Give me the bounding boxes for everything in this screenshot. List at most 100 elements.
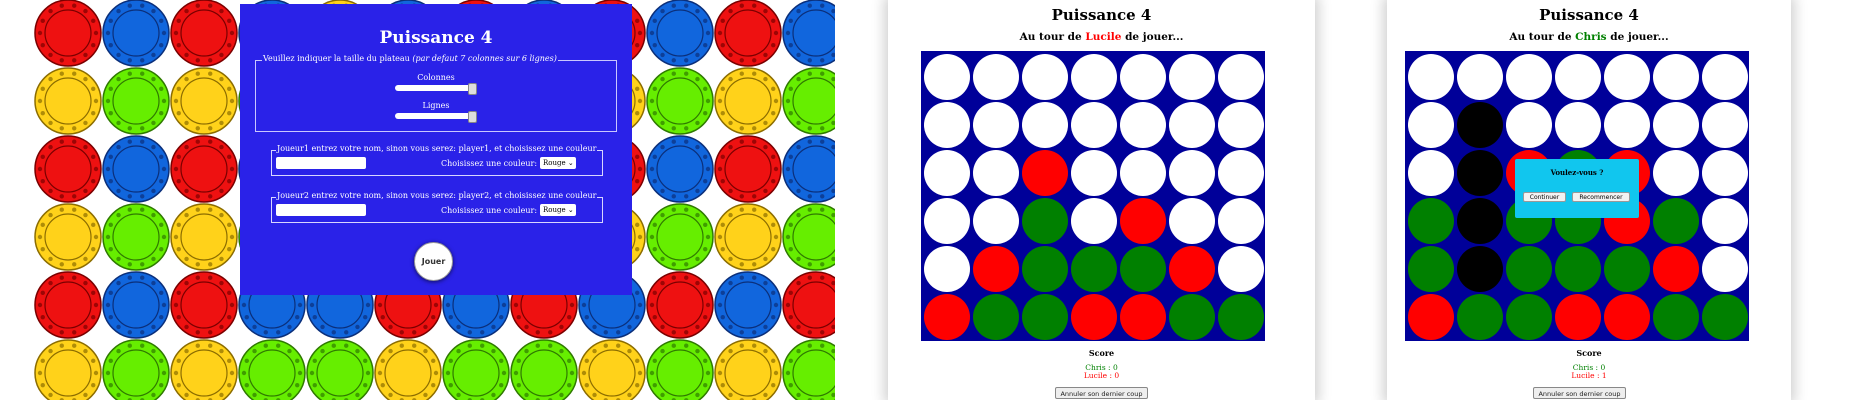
board-cell[interactable]: [1120, 54, 1166, 100]
restart-button[interactable]: Recommencer: [1572, 192, 1630, 202]
board-cell[interactable]: [1457, 246, 1503, 292]
rows-slider[interactable]: [395, 111, 477, 123]
board-cell[interactable]: [1653, 150, 1699, 196]
board-cell[interactable]: [1457, 54, 1503, 100]
undo-button[interactable]: Annuler son dernier coup: [1533, 387, 1626, 399]
board-cell[interactable]: [1169, 294, 1215, 340]
board-cell[interactable]: [1702, 294, 1748, 340]
board-cell[interactable]: [1408, 102, 1454, 148]
board-cell[interactable]: [924, 54, 970, 100]
player1-color-value: Rouge: [543, 159, 566, 167]
board-cell[interactable]: [1071, 102, 1117, 148]
player1-name-input[interactable]: [276, 157, 366, 169]
board-cell[interactable]: [1120, 150, 1166, 196]
board-cell[interactable]: [1071, 198, 1117, 244]
board-cell[interactable]: [924, 198, 970, 244]
board-cell[interactable]: [973, 54, 1019, 100]
board-cell[interactable]: [1218, 150, 1264, 196]
board-cell[interactable]: [924, 294, 970, 340]
board-cell[interactable]: [1169, 54, 1215, 100]
continue-button[interactable]: Continuer: [1523, 192, 1566, 202]
board-cell[interactable]: [1506, 246, 1552, 292]
board-cell[interactable]: [1022, 198, 1068, 244]
board-cell[interactable]: [1218, 102, 1264, 148]
board-cell[interactable]: [1169, 150, 1215, 196]
board-cell[interactable]: [1604, 246, 1650, 292]
board-cell[interactable]: [1653, 294, 1699, 340]
board-cell[interactable]: [1653, 102, 1699, 148]
board-cell[interactable]: [1071, 294, 1117, 340]
undo-button[interactable]: Annuler son dernier coup: [1055, 387, 1148, 399]
board-cell[interactable]: [1408, 198, 1454, 244]
board-cell[interactable]: [1022, 102, 1068, 148]
board-cell[interactable]: [1120, 294, 1166, 340]
board-cell[interactable]: [1457, 198, 1503, 244]
token-icon: [170, 271, 238, 339]
board-cell[interactable]: [1653, 246, 1699, 292]
board-cell[interactable]: [1702, 54, 1748, 100]
token-icon: [578, 339, 646, 400]
board-cell[interactable]: [1120, 102, 1166, 148]
board-cell[interactable]: [973, 198, 1019, 244]
token-icon: [102, 271, 170, 339]
board-cell[interactable]: [1408, 54, 1454, 100]
board-cell[interactable]: [1555, 102, 1601, 148]
board-cell[interactable]: [1653, 198, 1699, 244]
board-cell[interactable]: [1169, 246, 1215, 292]
board-cell[interactable]: [1555, 294, 1601, 340]
board-cell[interactable]: [1604, 54, 1650, 100]
board-cell[interactable]: [1218, 54, 1264, 100]
board-cell[interactable]: [973, 294, 1019, 340]
columns-slider[interactable]: [395, 83, 477, 95]
board-cell[interactable]: [1169, 102, 1215, 148]
board-cell[interactable]: [1022, 150, 1068, 196]
board-cell[interactable]: [1702, 198, 1748, 244]
player2-color-select[interactable]: Rouge ⌄: [540, 204, 576, 216]
board-cell[interactable]: [1120, 198, 1166, 244]
board-cell[interactable]: [1702, 102, 1748, 148]
board-cell[interactable]: [1457, 150, 1503, 196]
board-cell[interactable]: [1506, 102, 1552, 148]
board-cell[interactable]: [1218, 246, 1264, 292]
columns-slider-handle[interactable]: [468, 83, 477, 95]
game-board[interactable]: [921, 51, 1265, 341]
play-button[interactable]: Jouer: [414, 242, 453, 281]
board-cell[interactable]: [1457, 294, 1503, 340]
board-cell[interactable]: [924, 150, 970, 196]
board-cell[interactable]: [1702, 246, 1748, 292]
board-cell[interactable]: [1022, 294, 1068, 340]
board-cell[interactable]: [1408, 246, 1454, 292]
game-board[interactable]: Voulez-vous ? Continuer Recommencer: [1405, 51, 1749, 341]
board-cell[interactable]: [1120, 246, 1166, 292]
board-size-fieldset: Veuillez indiquer la taille du plateau (…: [255, 54, 617, 132]
board-cell[interactable]: [924, 102, 970, 148]
board-cell[interactable]: [1555, 246, 1601, 292]
rows-slider-handle[interactable]: [468, 111, 477, 123]
board-cell[interactable]: [1071, 246, 1117, 292]
player1-color-label: Choisissez une couleur:: [441, 159, 538, 168]
board-cell[interactable]: [973, 150, 1019, 196]
player2-name-input[interactable]: [276, 204, 366, 216]
board-cell[interactable]: [1218, 294, 1264, 340]
board-cell[interactable]: [1506, 294, 1552, 340]
board-cell[interactable]: [1022, 54, 1068, 100]
board-cell[interactable]: [1604, 102, 1650, 148]
board-cell[interactable]: [1408, 150, 1454, 196]
board-cell[interactable]: [973, 246, 1019, 292]
board-cell[interactable]: [1604, 294, 1650, 340]
board-cell[interactable]: [1218, 198, 1264, 244]
board-cell[interactable]: [924, 246, 970, 292]
board-cell[interactable]: [1506, 54, 1552, 100]
board-cell[interactable]: [1555, 54, 1601, 100]
board-cell[interactable]: [1169, 198, 1215, 244]
board-cell[interactable]: [1457, 102, 1503, 148]
board-cell[interactable]: [1653, 54, 1699, 100]
board-cell[interactable]: [1022, 246, 1068, 292]
player1-color-select[interactable]: Rouge ⌄: [540, 157, 576, 169]
board-cell[interactable]: [1702, 150, 1748, 196]
token-icon: [34, 0, 102, 67]
board-cell[interactable]: [973, 102, 1019, 148]
board-cell[interactable]: [1071, 150, 1117, 196]
board-cell[interactable]: [1408, 294, 1454, 340]
board-cell[interactable]: [1071, 54, 1117, 100]
